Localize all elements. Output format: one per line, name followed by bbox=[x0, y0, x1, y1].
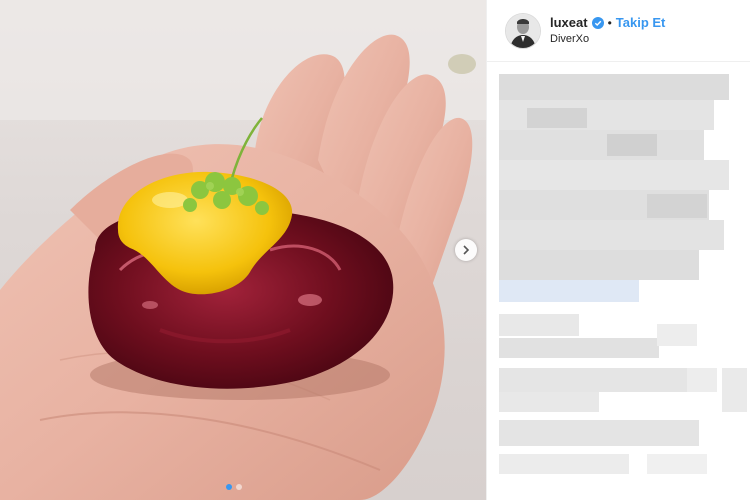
dessert-in-hand-image bbox=[0, 0, 486, 500]
separator: • bbox=[607, 15, 612, 30]
post-header: luxeat • Takip Et DiverXo bbox=[487, 0, 750, 62]
username-link[interactable]: luxeat bbox=[550, 15, 588, 30]
carousel-dot bbox=[236, 484, 242, 490]
next-slide-button[interactable] bbox=[455, 239, 477, 261]
chevron-right-icon bbox=[463, 245, 470, 255]
location-link[interactable]: DiverXo bbox=[550, 33, 589, 45]
avatar-portrait-icon bbox=[506, 14, 540, 48]
user-row: luxeat • Takip Et bbox=[550, 15, 665, 30]
carousel-indicator bbox=[226, 484, 242, 490]
post-sidebar: luxeat • Takip Et DiverXo bbox=[486, 0, 750, 500]
follow-button[interactable]: Takip Et bbox=[616, 15, 666, 30]
post-photo[interactable] bbox=[0, 0, 486, 500]
carousel-dot-active bbox=[226, 484, 232, 490]
avatar[interactable] bbox=[505, 13, 541, 49]
pixelated-comments-area bbox=[499, 74, 747, 474]
verified-badge-icon bbox=[591, 16, 604, 29]
